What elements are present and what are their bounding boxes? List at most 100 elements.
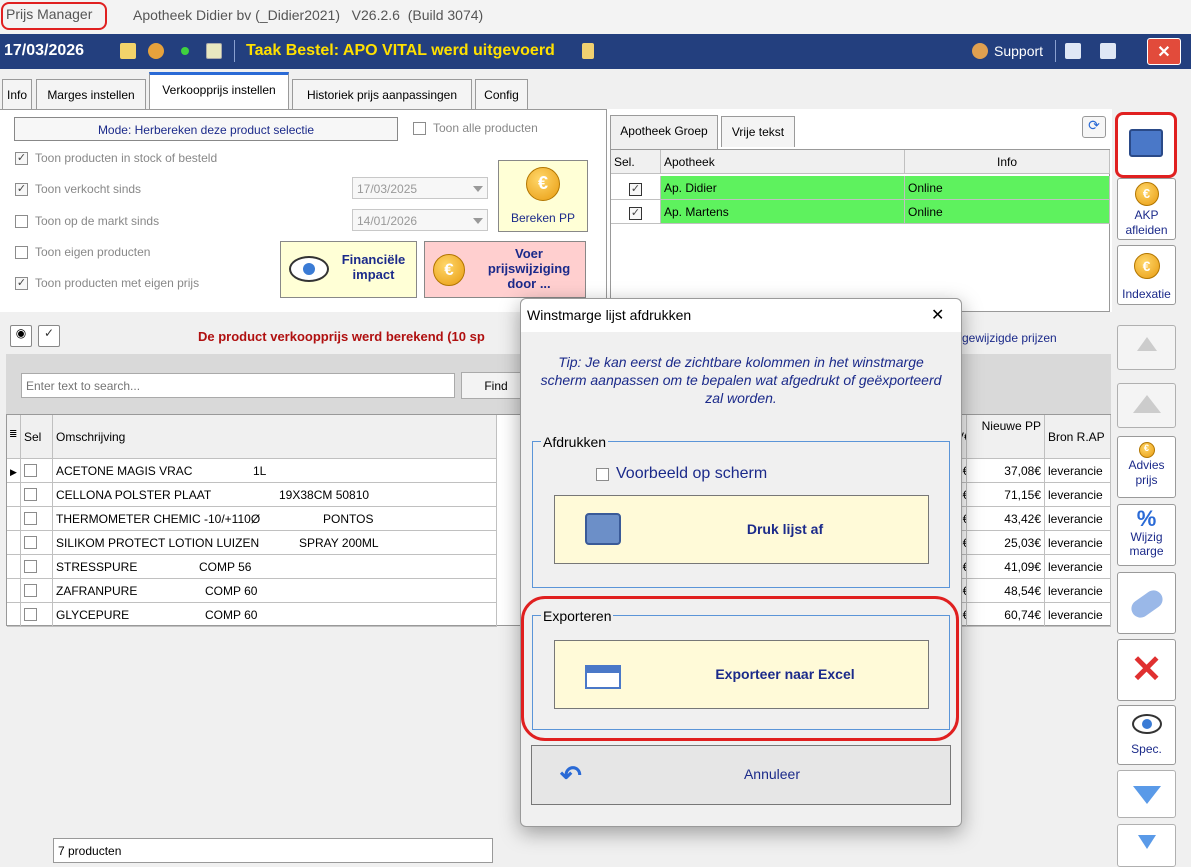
add-product-button[interactable] [1117,572,1176,634]
own-price-checkbox[interactable] [15,277,28,290]
tab-historiek[interactable]: Historiek prijs aanpassingen [292,79,472,110]
product-name: SILIKOM PROTECT LOTION LUIZEN [56,536,260,550]
search-input[interactable] [21,373,455,398]
column-chooser-icon[interactable]: ≣ [7,415,21,459]
close-icon[interactable]: ✕ [931,305,944,325]
new-pp: 48,54€ [967,579,1045,603]
window-minimize-icon[interactable] [1065,43,1081,59]
clipboard-icon[interactable] [582,43,594,59]
tab-verkoopprijs[interactable]: Verkoopprijs instellen [149,72,289,109]
row-checkbox[interactable] [21,483,53,507]
advies-prijs-button[interactable]: € Advies prijs [1117,436,1176,498]
checkbox[interactable] [24,608,37,621]
row-indicator [7,483,21,507]
print-export-button[interactable] [1115,112,1177,178]
new-pp: 43,42€ [967,507,1045,531]
check-toggle-icon[interactable]: ✓ [38,325,60,347]
tab-config[interactable]: Config [475,79,528,110]
checkbox[interactable] [24,536,37,549]
mode-label[interactable]: Mode: Herbereken deze product selectie [14,117,398,141]
move-top-button[interactable] [1117,325,1176,370]
product-description: STRESSPURE COMP 56 [53,555,497,579]
wijzig-marge-button[interactable]: % Wijzig marge [1117,504,1176,566]
checkbox[interactable] [24,584,37,597]
row-checkbox[interactable] [21,459,53,483]
financial-impact-label: Financiële impact [341,252,406,282]
notes-icon[interactable] [206,43,222,59]
in-stock-checkbox[interactable] [15,152,28,165]
checkbox[interactable] [629,183,642,196]
spec-button[interactable]: Spec. [1117,705,1176,765]
checkbox[interactable] [24,464,37,477]
product-name: GLYCEPURE [56,608,130,622]
mail-icon[interactable] [120,43,136,59]
checkbox[interactable] [24,560,37,573]
move-down-button[interactable] [1117,770,1176,818]
printer-icon [1129,129,1163,157]
row-checkbox[interactable] [21,603,53,627]
new-pp: 41,09€ [967,555,1045,579]
new-pp: 71,15€ [967,483,1045,507]
product-name: ZAFRANPURE [56,584,138,598]
bereken-pp-label: Bereken PP [510,211,576,225]
row-checkbox[interactable] [21,579,53,603]
voer-prijswijziging-button[interactable]: € Voer prijswijziging door ... [424,241,586,298]
close-app-button[interactable]: ✕ [1147,38,1181,65]
row-indicator [7,507,21,531]
tab-apotheek-groep[interactable]: Apotheek Groep [610,115,718,149]
pharmacy-info: Online [905,176,1110,200]
product-extra: COMP 60 [205,608,258,622]
product-extra: COMP 56 [199,560,252,574]
top-status-bar: 17/03/2026 Taak Bestel: APO VITAL werd u… [0,34,1191,69]
print-list-label: Druk lijst af [746,521,824,537]
current-date: 17/03/2026 [4,42,85,59]
row-checkbox[interactable] [21,531,53,555]
eye-toggle-icon[interactable]: ◉ [10,325,32,347]
pharmacy-row-checkbox[interactable] [611,176,661,200]
bron: leverancie [1045,555,1111,579]
sold-since-date[interactable]: 17/03/2025 [352,177,488,199]
sold-since-checkbox[interactable] [15,183,28,196]
product-description: ACETONE MAGIS VRAC 1L [53,459,497,483]
users-icon[interactable] [148,43,164,59]
checkbox[interactable] [629,207,642,220]
checkbox[interactable] [24,488,37,501]
akp-afleiden-button[interactable]: € AKP afleiden [1117,178,1176,240]
cancel-button[interactable]: ↶ Annuleer [531,745,951,805]
pharmacy-row-checkbox[interactable] [611,200,661,224]
support-button[interactable]: Support [994,43,1043,59]
chevron-down-icon [473,186,483,192]
own-price-label: Toon producten met eigen prijs [35,276,200,290]
checkbox[interactable] [24,512,37,525]
pharmacy-name: Ap. Didier [661,176,905,200]
delete-button[interactable]: ✕ [1117,639,1176,701]
refresh-icon[interactable]: ⟳ [1082,116,1106,138]
pharmacy-info: Online [905,200,1110,224]
tab-vrije-tekst[interactable]: Vrije tekst [721,116,795,147]
print-list-button[interactable]: Druk lijst af [554,495,929,564]
akp-label: AKP afleiden [1125,208,1168,237]
bron: leverancie [1045,459,1111,483]
move-bottom-button[interactable] [1117,824,1176,867]
row-checkbox[interactable] [21,507,53,531]
bereken-pp-button[interactable]: € Bereken PP [498,160,588,232]
show-all-checkbox[interactable] [413,122,426,135]
print-dialog: Winstmarge lijst afdrukken ✕ Tip: Je kan… [520,298,962,827]
financial-impact-button[interactable]: Financiële impact [280,241,417,298]
changed-prices-link[interactable]: gewijzigde prijzen [962,331,1057,345]
window-restore-icon[interactable] [1100,43,1116,59]
row-checkbox[interactable] [21,555,53,579]
online-status-icon [181,47,189,55]
tab-info[interactable]: Info [2,79,32,110]
col-bron: Bron R.AP [1045,415,1111,459]
preview-checkbox[interactable] [596,468,609,481]
market-since-checkbox[interactable] [15,215,28,228]
market-since-date[interactable]: 14/01/2026 [352,209,488,231]
tab-marges[interactable]: Marges instellen [36,79,146,110]
indexatie-button[interactable]: € Indexatie [1117,245,1176,305]
col-sel: Sel [21,415,53,459]
move-up-button[interactable] [1117,383,1176,428]
bron: leverancie [1045,507,1111,531]
arrow-down-icon [1137,835,1156,849]
own-products-checkbox[interactable] [15,246,28,259]
